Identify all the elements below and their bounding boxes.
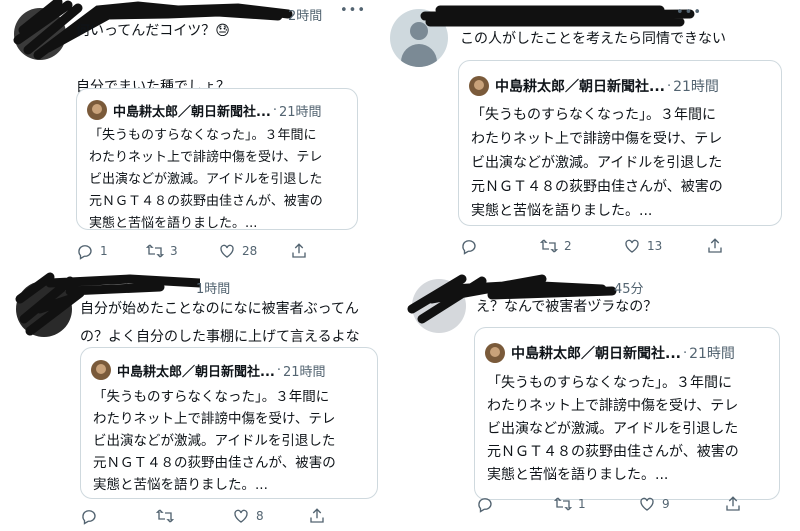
tweet-4[interactable]: 45分 え？なんで被害者ヅラなの？ 中島耕太郎／朝日新聞社... · 21時間 … [390,265,800,531]
quoted-author-name: 中島耕太郎／朝日新聞社... [113,104,271,120]
retweet-count: 2 [564,239,572,253]
retweet-button[interactable]: 1 [554,495,586,513]
reply-icon [460,237,478,255]
retweet-button[interactable]: 2 [540,237,572,255]
more-icon[interactable]: ••• [676,5,702,20]
separator-dot: · [666,78,672,94]
like-button[interactable]: 8 [232,507,264,525]
quoted-author-name: 中島耕太郎／朝日新聞社... [495,79,665,95]
action-bar: 8 [80,507,340,527]
tweet-time[interactable]: 2時間 [288,5,322,24]
quoted-avatar [485,343,505,363]
like-icon [623,237,641,255]
separator-dot: · [276,362,281,378]
quoted-text: 「失うものすらなくなった」。３年間に わたりネット上で誹謗中傷を受け、テレ ビ出… [89,128,323,231]
tweet-1[interactable]: 2時間 ••• 何いってんだコイツ？😓 自分でまいた種でしょ？ 中島耕太郎／朝日… [0,0,390,265]
tweet-2[interactable]: ••• この人がしたことを考えたら同情できない 中島耕太郎／朝日新聞社... ·… [390,0,800,265]
share-button[interactable] [724,495,748,513]
quoted-avatar [87,100,107,120]
quoted-text: 「失うものすらなくなった」。３年間に わたりネット上で誹謗中傷を受け、テレ ビ出… [471,107,723,219]
retweet-icon [156,507,174,525]
share-button[interactable] [290,242,314,260]
share-button[interactable] [308,507,332,525]
retweet-button[interactable] [156,507,180,525]
action-bar: 2 13 [460,237,760,257]
reply-count: 1 [100,244,108,258]
quoted-avatar [469,76,489,96]
quoted-time: 21時間 [673,79,719,95]
quoted-time: 21時間 [282,364,326,380]
tweet-text: え？なんで被害者ヅラなの？ [476,299,658,315]
action-bar: 1 3 28 [76,242,316,262]
quoted-text: 「失うものすらなくなった」。３年間に わたりネット上で誹謗中傷を受け、テレ ビ出… [487,375,739,483]
reply-icon [80,507,98,525]
default-avatar-body [401,44,437,67]
reply-icon [476,495,494,513]
quoted-tweet[interactable]: 中島耕太郎／朝日新聞社... · 21時間 「失うものすらなくなった」。３年間に… [474,327,780,500]
share-icon [706,237,724,255]
tweet-text: 自分が始めたことなのになに被害者ぶってん の？よく自分のした事棚に上げて言えるよ… [80,301,360,345]
like-icon [218,242,236,260]
quoted-avatar [91,360,111,380]
like-icon [638,495,656,513]
share-icon [724,495,742,513]
like-button[interactable]: 9 [638,495,670,513]
like-button[interactable]: 28 [218,242,257,260]
reply-icon [76,242,94,260]
quoted-author-name: 中島耕太郎／朝日新聞社... [117,364,275,380]
like-count: 28 [242,244,258,258]
like-button[interactable]: 13 [623,237,662,255]
like-icon [232,507,250,525]
quoted-text: 「失うものすらなくなった」。３年間に わたりネット上で誹謗中傷を受け、テレ ビ出… [93,389,336,493]
retweet-icon [146,242,164,260]
action-bar: 1 9 [476,495,776,515]
share-button[interactable] [706,237,730,255]
quoted-tweet[interactable]: 中島耕太郎／朝日新聞社... · 21時間 「失うものすらなくなった」。３年間に… [458,60,782,226]
retweet-count: 1 [578,497,586,511]
quoted-time: 21時間 [689,346,735,362]
quoted-author-name: 中島耕太郎／朝日新聞社... [511,346,681,362]
like-count: 13 [647,239,663,253]
quoted-time: 21時間 [278,104,322,120]
share-icon [308,507,326,525]
quoted-tweet[interactable]: 中島耕太郎／朝日新聞社... · 21時間 「失うものすらなくなった」。３年間に… [76,88,358,231]
retweet-icon [554,495,572,513]
reply-button[interactable]: 1 [76,242,108,260]
share-icon [290,242,308,260]
reply-button[interactable] [460,237,484,255]
retweet-icon [540,237,558,255]
reply-button[interactable] [476,495,500,513]
tweet-3[interactable]: 1時間 自分が始めたことなのになに被害者ぶってん の？よく自分のした事棚に上げて… [0,265,390,531]
retweet-button[interactable]: 3 [146,242,178,260]
separator-dot: · [682,345,688,361]
reply-button[interactable] [80,507,104,525]
separator-dot: · [272,102,277,118]
more-icon[interactable]: ••• [340,3,366,18]
like-count: 9 [662,497,670,511]
like-count: 8 [256,509,264,523]
quoted-tweet[interactable]: 中島耕太郎／朝日新聞社... · 21時間 「失うものすらなくなった」。３年間に… [80,347,378,499]
tweet-text: この人がしたことを考えたら同情できない [460,31,726,47]
retweet-count: 3 [170,244,178,258]
